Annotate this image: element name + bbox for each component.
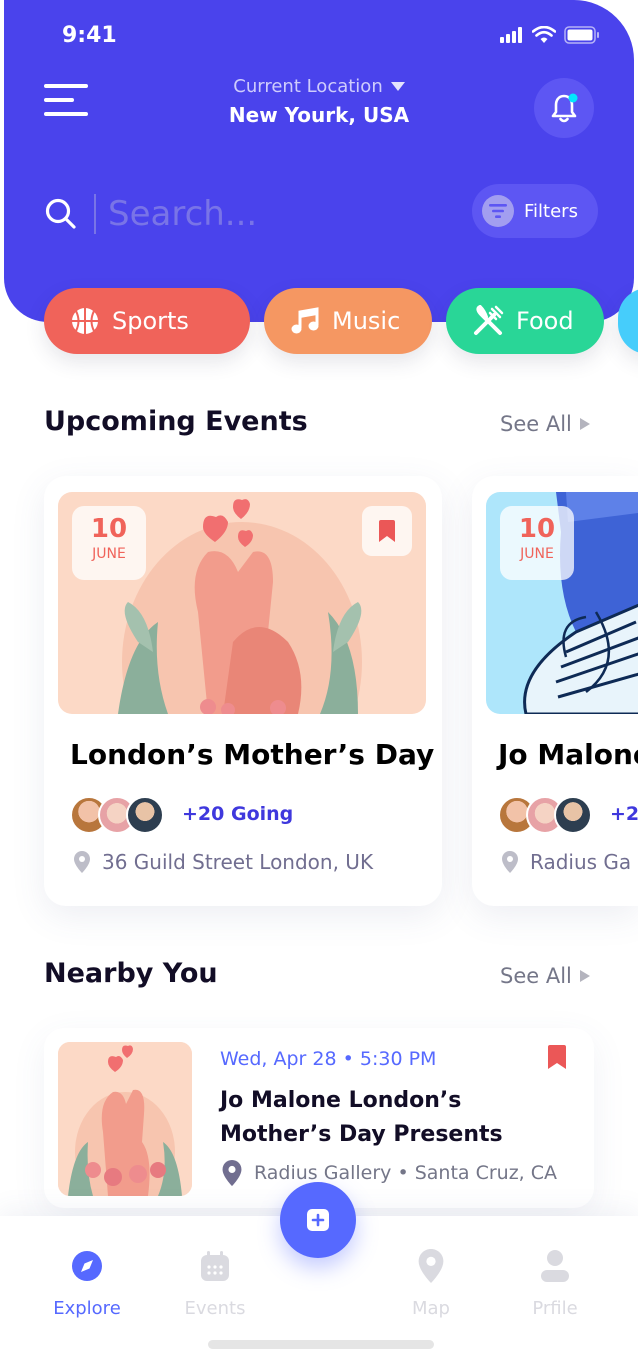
map-pin-icon (418, 1249, 444, 1283)
date-day: 10 (90, 514, 128, 544)
category-list: Sports Music Food (44, 288, 638, 354)
category-food[interactable]: Food (446, 288, 604, 354)
nearby-event-card[interactable]: Wed, Apr 28 • 5:30 PM Jo Malone London’s… (44, 1028, 594, 1208)
event-title: Jo Malone (498, 738, 638, 771)
search-divider (94, 194, 96, 234)
status-time: 9:41 (62, 23, 117, 48)
filters-label: Filters (524, 200, 578, 222)
search-input[interactable]: Search... (108, 194, 257, 234)
event-card[interactable]: 10 JUNE Jo Malone +2 Radius Ga (472, 476, 638, 906)
bell-icon (551, 93, 578, 123)
nav-label: Map (412, 1298, 450, 1319)
bookmark-icon (548, 1045, 566, 1069)
address-text: Radius Gallery • Santa Cruz, CA (254, 1162, 558, 1184)
plus-square-icon (307, 1209, 329, 1231)
bookmark-button[interactable] (546, 1044, 568, 1074)
user-icon (541, 1250, 569, 1282)
nav-label: Events (184, 1298, 246, 1319)
fork-knife-icon (474, 305, 504, 335)
caret-down-icon (390, 81, 405, 91)
search-icon (45, 198, 76, 229)
calendar-icon (201, 1251, 229, 1281)
nearby-see-all-link[interactable]: See All (500, 964, 590, 988)
avatar (554, 796, 592, 834)
nearby-title: Nearby You (44, 958, 218, 989)
event-address: Radius Ga (502, 850, 631, 874)
status-icons (500, 26, 600, 44)
event-address: 36 Guild Street London, UK (74, 850, 373, 874)
filter-icon (482, 195, 514, 227)
event-date: Wed, Apr 28 • 5:30 PM (220, 1048, 437, 1070)
event-title: London’s Mother’s Day (70, 738, 435, 771)
nav-explore[interactable]: Explore (32, 1244, 142, 1319)
going-count: +20 Going (182, 803, 294, 825)
map-pin-icon (502, 851, 518, 873)
category-more[interactable] (618, 288, 638, 354)
music-note-icon (291, 307, 319, 334)
address-text: 36 Guild Street London, UK (102, 850, 374, 874)
avatar (126, 796, 164, 834)
attendee-avatars (70, 796, 164, 834)
nav-label: Explore (53, 1298, 121, 1319)
app-screen: 9:41 Current Location New Yourk, USA Sea… (0, 0, 638, 1366)
battery-icon (564, 26, 599, 44)
menu-icon[interactable] (44, 84, 90, 124)
going-count: +2 (610, 803, 638, 825)
nav-profile[interactable]: Prfile (500, 1244, 610, 1319)
location-value: New Yourk, USA (228, 103, 410, 127)
nav-events[interactable]: Events (160, 1244, 270, 1319)
search-bar[interactable]: Search... (44, 186, 424, 242)
date-day: 10 (518, 514, 556, 544)
home-indicator (208, 1340, 434, 1349)
category-label: Food (516, 307, 574, 335)
event-title: Jo Malone London’s Mother’s Day Presents (220, 1088, 503, 1147)
event-image: 10 JUNE (486, 492, 638, 714)
upcoming-see-all-link[interactable]: See All (500, 412, 590, 436)
map-pin-icon (222, 1160, 242, 1186)
category-label: Music (332, 307, 401, 335)
basketball-icon (72, 308, 98, 334)
category-label: Sports (112, 307, 189, 335)
notification-button[interactable] (534, 78, 594, 138)
see-all-label: See All (500, 964, 572, 988)
bookmark-icon (379, 520, 395, 542)
wifi-icon (532, 26, 556, 43)
date-month: JUNE (520, 546, 554, 562)
category-sports[interactable]: Sports (44, 288, 250, 354)
location-label: Current Location (233, 76, 383, 97)
see-all-label: See All (500, 412, 572, 436)
nav-label: Prfile (532, 1298, 578, 1319)
signal-icon (500, 27, 522, 43)
date-badge: 10 JUNE (500, 506, 574, 580)
compass-icon (72, 1251, 102, 1281)
bookmark-button[interactable] (362, 506, 412, 556)
event-address: Radius Gallery • Santa Cruz, CA (222, 1160, 557, 1186)
add-event-button[interactable] (280, 1182, 356, 1258)
event-card[interactable]: 10 JUNE London’s Mother’s Day +20 Going … (44, 476, 442, 906)
upcoming-events-title: Upcoming Events (44, 406, 308, 437)
address-text: Radius Ga (530, 850, 632, 874)
attendee-avatars (498, 796, 592, 834)
map-pin-icon (74, 851, 90, 873)
date-month: JUNE (92, 546, 126, 562)
date-badge: 10 JUNE (72, 506, 146, 580)
play-arrow-icon (579, 418, 590, 430)
status-bar: 9:41 (4, 0, 634, 80)
nav-map[interactable]: Map (376, 1244, 486, 1319)
event-image (58, 1042, 192, 1196)
location-selector[interactable]: Current Location New Yourk, USA (184, 76, 454, 127)
event-image: 10 JUNE (58, 492, 426, 714)
header: 9:41 Current Location New Yourk, USA Sea… (4, 0, 634, 322)
filters-button[interactable]: Filters (472, 184, 598, 238)
category-music[interactable]: Music (264, 288, 432, 354)
play-arrow-icon (579, 970, 590, 982)
